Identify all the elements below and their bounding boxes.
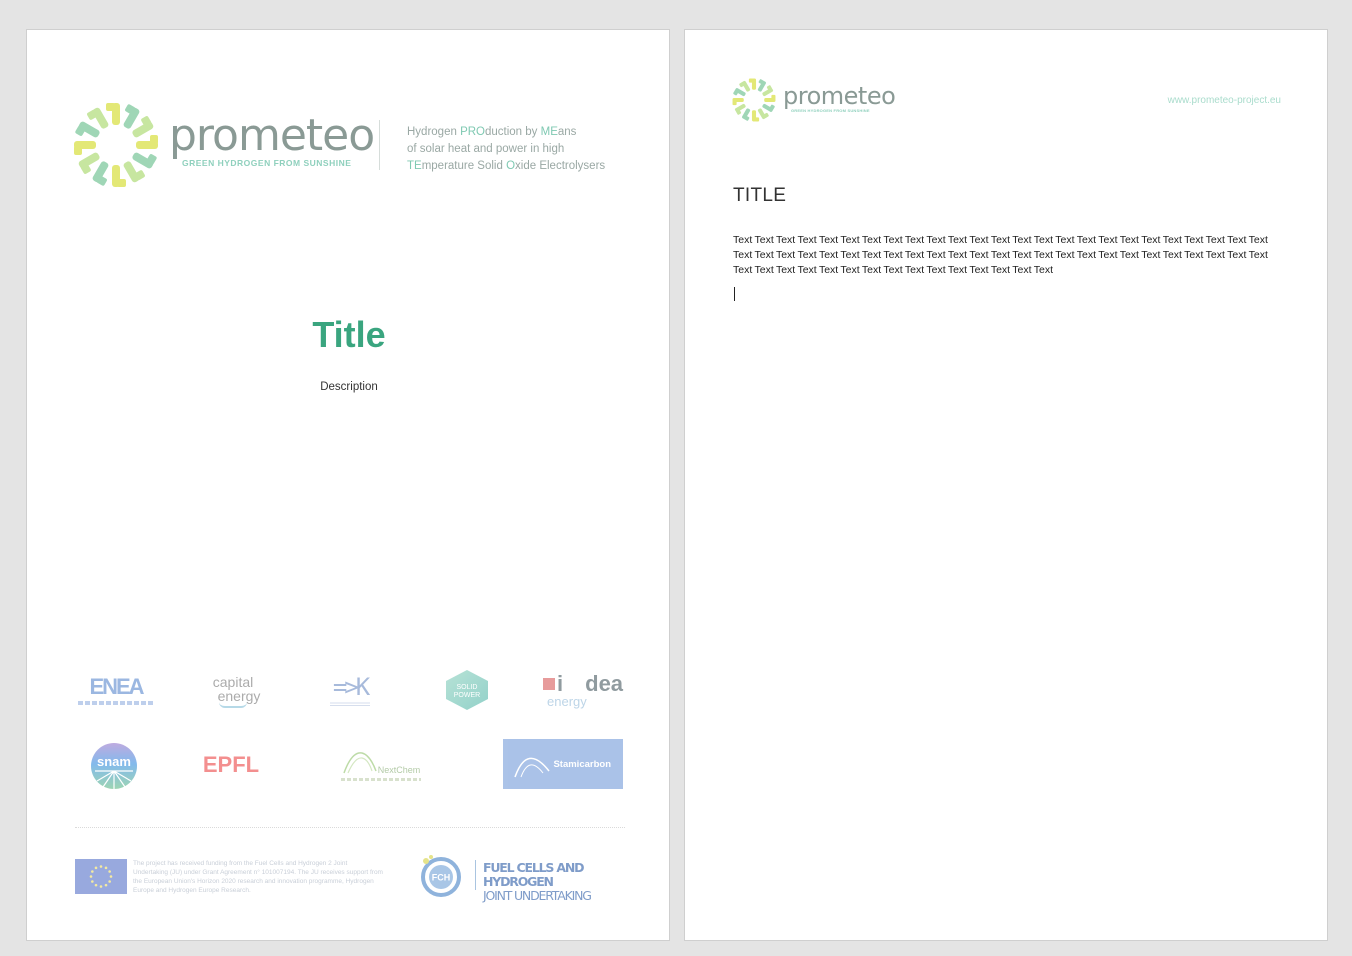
brand-name: prometeo [169,110,375,161]
tagline-text-fragment: of solar heat and power in high [407,143,565,155]
enea-logo: ENEA [75,670,157,710]
fch-badge-text: FCH [432,873,451,883]
solid-power-word-2: POWER [454,692,480,699]
cover-title[interactable]: Title [27,314,671,356]
capital-arc-icon [219,702,247,708]
idea-word: dea [585,670,624,696]
stamicarbon-logo: Stamicarbon [503,739,623,789]
enea-subtext [78,700,154,705]
eu-flag-icon [75,859,127,894]
content-page: prometeo GREEN HYDROGEN FROM SUNSHINE ww… [684,29,1328,941]
prometeo-sunburst-logo-icon [74,103,158,187]
fbk-logo: =>K [325,668,375,712]
solid-power-word-1: SOLID [456,684,477,691]
tagline-acronym-letters: ME [540,126,558,138]
capital-word: capital [212,673,254,690]
idea-red-square-icon [543,677,555,690]
fch-ju-emblem-icon: FCH [421,855,461,897]
brand-name-small: prometeo [783,82,896,110]
tagline-acronym-letters: TE [407,160,422,172]
fch-ju-wordmark: FUEL CELLS AND HYDROGEN JOINT UNDERTAKIN… [483,861,633,903]
tagline-text-fragment: Hydrogen [407,126,461,138]
body-text[interactable]: Text Text Text Text Text Text Text Text … [733,233,1281,278]
footer-divider [75,827,625,828]
snam-word: snam [97,754,131,769]
project-tagline: Hydrogen PROduction by MEans of solar he… [407,124,647,175]
fbk-mark: =>K [332,672,370,701]
tagline-line-3: TEmperature Solid Oxide Electrolysers [407,158,647,175]
header-divider [379,120,380,170]
snam-logo: snam [89,741,139,791]
epfl-logo: EPFL [202,752,260,777]
tagline-acronym-letters: PRO [460,126,485,138]
nextchem-logo: NextChem [337,746,425,784]
stamicarbon-arc-icon [514,757,550,778]
snam-circle-icon: snam [91,743,137,789]
capital-energy-logo: capital energy [202,670,264,712]
fch-divider [475,860,476,890]
nextchem-arch-icon [343,752,377,774]
idea-prefix: i [557,670,564,696]
funding-acknowledgement: The project has received funding from th… [133,860,383,894]
cover-page: prometeo GREEN HYDROGEN FROM SUNSHINE Hy… [26,29,670,941]
fch-line-1: FUEL CELLS AND HYDROGEN [483,860,584,889]
brand-subtitle: GREEN HYDROGEN FROM SUNSHINE [182,158,352,168]
stamicarbon-word: Stamicarbon [553,758,611,770]
text-cursor [734,287,735,301]
tagline-text-fragment: xide Electrolysers [515,160,606,172]
tagline-line-1: Hydrogen PROduction by MEans [407,124,647,141]
energy-word: energy [217,687,261,704]
nextchem-word: NextChem [377,765,421,775]
tagline-text-fragment: mperature Solid [421,160,507,172]
solid-power-hexagon-icon: SOLID POWER [446,670,488,710]
enea-wordmark: ENEA [89,673,144,699]
fch-line-2: JOINT UNDERTAKING [483,888,592,903]
idea-energy-word: energy [547,693,587,709]
section-title[interactable]: TITLE [733,185,786,207]
fbk-subtext [330,700,370,706]
nextchem-subtext [341,778,421,781]
tagline-text-fragment: ans [557,126,577,138]
tagline-line-2: of solar heat and power in high [407,141,647,158]
cover-description[interactable]: Description [27,381,671,393]
brand-subtitle-small: GREEN HYDROGEN FROM SUNSHINE [791,108,870,113]
solid-power-logo: SOLID POWER [443,668,491,712]
tagline-text-fragment: duction by [484,126,541,138]
tagline-acronym-letters: O [506,160,516,172]
idea-energy-logo: i dea energy [543,668,627,712]
prometeo-sunburst-logo-small-icon [732,78,776,122]
project-url-link[interactable]: www.prometeo-project.eu [1145,95,1281,106]
